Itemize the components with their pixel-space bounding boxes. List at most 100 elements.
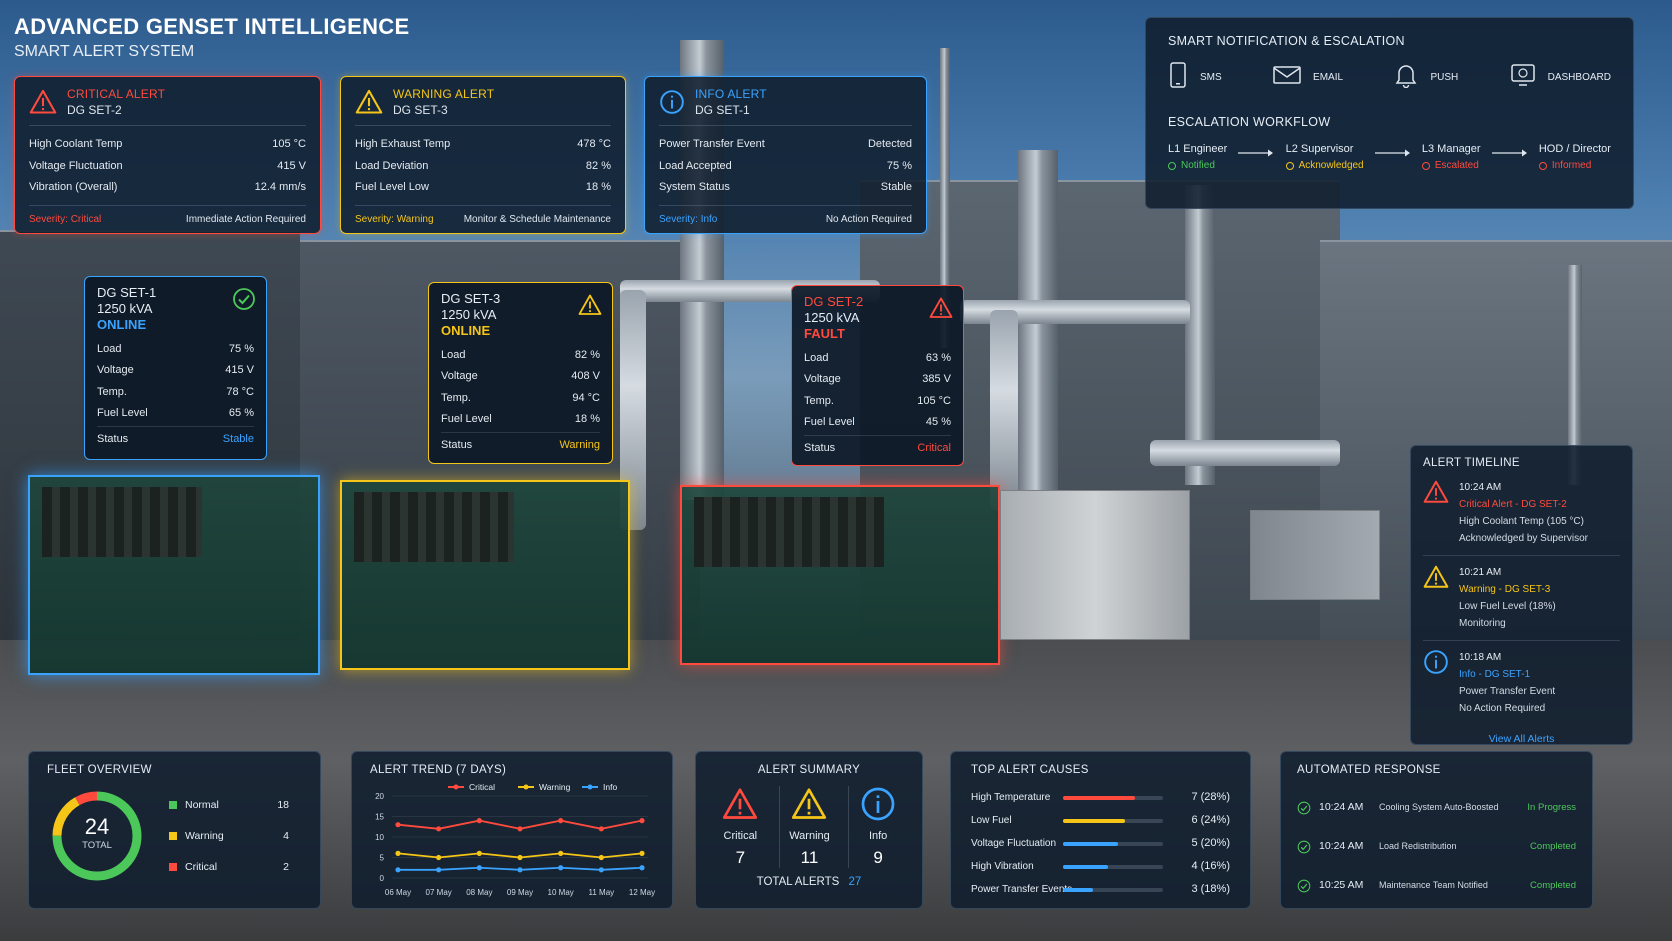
channel-push[interactable]: PUSH	[1394, 62, 1458, 93]
summary-title: ALERT SUMMARY	[757, 764, 861, 776]
workflow-step: HOD / Director Informed	[1538, 143, 1611, 171]
fleet-donut: 24 TOTAL	[47, 786, 147, 886]
email-icon	[1273, 65, 1301, 90]
genset-card-2[interactable]: DG SET-2 1250 kVA FAULT Load 63 % Voltage 38…	[791, 285, 964, 466]
workflow-step: L2 Supervisor Acknowledged	[1285, 143, 1364, 171]
alert-metric-row: Load Deviation 82 %	[355, 159, 611, 172]
legend-label-info: Info	[603, 782, 617, 792]
alert-trend-panel: ALERT TREND (7 DAYS) 0 5 10 15 20 06 May 07 Ma…	[351, 751, 673, 909]
summary-warning[interactable]: Warning 11	[778, 786, 839, 868]
timeline-item[interactable]: 10:21 AM Warning - DG SET-3 Low Fuel Lev…	[1423, 564, 1620, 641]
alert-action: No Action Required	[825, 213, 912, 225]
data-point-warning	[476, 850, 482, 856]
response-row: 10:25 AM Maintenance Team Notified Compl…	[1297, 866, 1576, 905]
causes-title: TOP ALERT CAUSES	[971, 764, 1089, 776]
data-point-warning	[395, 850, 401, 856]
timeline-title: ALERT TIMELINE	[1423, 457, 1520, 469]
alert-unit: DG SET-2	[67, 103, 122, 117]
info-icon	[1423, 649, 1449, 717]
timeline-item[interactable]: 10:18 AM Info - DG SET-1 Power Transfer …	[1423, 649, 1620, 725]
x-tick-label: 11 May	[589, 888, 615, 897]
cause-row: High Temperature 7 (28%)	[971, 791, 1230, 803]
alert-card-0[interactable]: CRITICAL ALERT DG SET-2 High Coolant Temp…	[14, 76, 321, 234]
status-dot-icon	[1168, 161, 1176, 170]
data-point-critical	[598, 826, 604, 832]
fleet-legend-item: Critical 2	[169, 852, 289, 883]
notification-escalation-panel: SMART NOTIFICATION & ESCALATION SMS EMAI…	[1145, 17, 1634, 209]
data-point-warning	[517, 854, 523, 861]
data-point-critical	[395, 822, 401, 828]
summary-total-label: TOTAL ALERTS	[756, 876, 840, 888]
genset-metric-row: Voltage 415 V	[97, 364, 254, 377]
top-alert-causes-panel: TOP ALERT CAUSES High Temperature 7 (28%…	[950, 751, 1251, 909]
alert-summary-panel: ALERT SUMMARY Critical 7 Warning 11 Info…	[695, 751, 923, 909]
check-circle-icon	[1297, 801, 1311, 815]
app-header: ADVANCED GENSET INTELLIGENCE SMART ALERT…	[14, 14, 409, 61]
cause-row: High Vibration 4 (16%)	[971, 860, 1230, 872]
legend-label-critical: Critical	[469, 782, 495, 792]
genset-rating: 1250 kVA	[97, 301, 153, 316]
warning-icon	[1423, 564, 1449, 632]
genset-metric-row: Load 82 %	[441, 349, 600, 361]
cause-bar	[1063, 887, 1163, 892]
response-title: AUTOMATED RESPONSE	[1297, 764, 1441, 776]
timeline-item[interactable]: 10:24 AM Critical Alert - DG SET-2 High …	[1423, 479, 1620, 556]
arrow-right-icon	[1238, 145, 1274, 163]
data-point-info	[395, 867, 401, 873]
genset-metric-row: Voltage 408 V	[441, 370, 600, 383]
workflow-title: ESCALATION WORKFLOW	[1168, 115, 1331, 129]
y-tick-label: 15	[375, 813, 384, 822]
warning-icon	[780, 786, 839, 822]
check-circle-icon	[1297, 840, 1311, 854]
cause-row: Low Fuel 6 (24%)	[971, 814, 1230, 826]
genset-state: ONLINE	[97, 317, 147, 332]
arrow-right-icon	[1491, 145, 1528, 163]
alert-severity: Severity: Critical	[29, 213, 102, 225]
alert-action: Monitor & Schedule Maintenance	[463, 213, 611, 225]
summary-info[interactable]: Info 9	[847, 786, 908, 868]
genset-metric-row: Fuel Level 65 %	[97, 406, 254, 419]
legend-swatch	[169, 863, 177, 871]
data-point-critical	[476, 818, 482, 824]
alert-metric-row: Vibration (Overall) 12.4 mm/s	[29, 181, 306, 193]
info-icon	[849, 786, 908, 822]
alert-type: CRITICAL ALERT	[67, 87, 166, 101]
data-point-info	[517, 867, 523, 873]
alert-trend-chart: 0 5 10 15 20 06 May 07 May 08 May 09 May 10 May 11…	[375, 782, 655, 897]
summary-critical[interactable]: Critical 7	[710, 786, 770, 868]
channel-email[interactable]: EMAIL	[1273, 62, 1343, 93]
y-tick-label: 0	[380, 874, 385, 883]
info-icon	[659, 89, 685, 115]
data-point-warning	[558, 850, 564, 856]
warning-icon	[355, 88, 383, 116]
legend-label-warning: Warning	[539, 782, 571, 792]
y-tick-label: 10	[375, 833, 384, 842]
x-tick-label: 12 May	[629, 888, 655, 897]
genset-metric-row: Fuel Level 18 %	[441, 412, 600, 425]
data-point-warning	[639, 850, 645, 856]
alert-severity: Severity: Info	[659, 213, 718, 225]
genset-card-1[interactable]: DG SET-3 1250 kVA ONLINE Load 82 % Voltage 4…	[428, 282, 613, 464]
channel-sms[interactable]: SMS	[1168, 62, 1222, 93]
alert-card-1[interactable]: WARNING ALERT DG SET-3 High Exhaust Temp 4…	[340, 76, 626, 234]
view-all-alerts-link[interactable]: View All Alerts	[1423, 733, 1620, 745]
cause-row: Voltage Fluctuation 5 (20%)	[971, 837, 1230, 849]
x-tick-label: 08 May	[466, 888, 492, 897]
warning-icon	[29, 88, 57, 116]
status-dot-icon	[1538, 161, 1547, 170]
channel-dashboard[interactable]: DASHBOARD	[1510, 62, 1611, 93]
summary-total: TOTAL ALERTS 27	[706, 876, 912, 888]
alert-unit: DG SET-3	[393, 103, 448, 117]
genset-card-0[interactable]: DG SET-1 1250 kVA ONLINE Load 75 % Voltage 4…	[84, 276, 267, 460]
workflow-step: L3 Manager Escalated	[1421, 143, 1481, 171]
alert-type: INFO ALERT	[695, 87, 767, 101]
genset-rating: 1250 kVA	[441, 307, 497, 322]
alert-card-2[interactable]: INFO ALERT DG SET-1 Power Transfer Event D…	[644, 76, 927, 234]
genset-metric-row: Temp. 78 °C	[97, 385, 254, 398]
alert-metric-row: High Coolant Temp 105 °C	[29, 138, 306, 150]
data-point-critical	[558, 818, 564, 824]
status-dot-icon	[1421, 161, 1430, 170]
genset-metric-row: Load 63 %	[804, 352, 951, 364]
cause-bar	[1063, 818, 1163, 823]
warning-icon	[710, 786, 770, 822]
